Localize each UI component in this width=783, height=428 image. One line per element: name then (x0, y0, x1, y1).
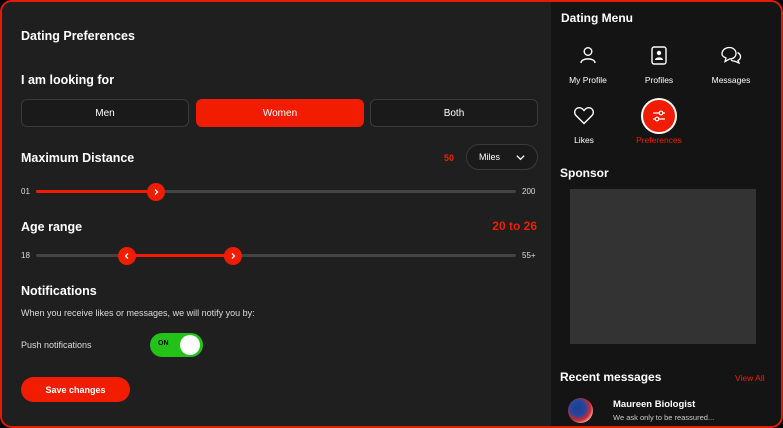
menu-item-profiles[interactable]: Profiles (624, 46, 694, 96)
option-both-label: Both (443, 107, 465, 119)
message-sender-name[interactable]: Maureen Biologist (613, 399, 695, 410)
menu-item-label: Messages (711, 75, 751, 85)
menu-item-label: My Profile (569, 75, 607, 85)
avatar[interactable] (568, 398, 593, 423)
age-slider-track[interactable] (36, 254, 516, 257)
preferences-active-circle (641, 98, 677, 134)
save-changes-label: Save changes (45, 384, 106, 395)
age-max-label: 55+ (522, 251, 536, 260)
option-women-button[interactable]: Women (196, 99, 364, 127)
heart-icon (574, 107, 594, 125)
distance-unit-select[interactable]: Miles (466, 144, 538, 170)
age-slider-low-thumb[interactable] (118, 247, 137, 265)
chevron-down-icon (516, 155, 525, 161)
option-men-button[interactable]: Men (21, 99, 189, 127)
age-slider-high-thumb[interactable] (223, 247, 242, 265)
looking-for-label: I am looking for (21, 73, 115, 87)
page-title: Dating Preferences (21, 29, 135, 43)
preferences-panel: Dating Preferences I am looking for Men … (2, 2, 551, 426)
menu-item-label: Likes (574, 135, 594, 145)
option-both-button[interactable]: Both (370, 99, 538, 127)
toggle-knob (180, 335, 200, 355)
age-range-value: 20 to 26 (492, 219, 537, 233)
sliders-icon (653, 110, 665, 122)
dating-menu-title: Dating Menu (561, 11, 633, 25)
distance-max-label: 200 (522, 187, 536, 196)
user-icon (580, 47, 596, 64)
push-notifications-toggle[interactable]: ON (150, 333, 203, 357)
menu-item-label: Profiles (644, 75, 674, 85)
notifications-description: When you receive likes or messages, we w… (21, 308, 255, 318)
menu-item-preferences[interactable]: Preferences (624, 98, 694, 156)
profile-card-icon (651, 46, 667, 65)
distance-label: Maximum Distance (21, 151, 135, 165)
message-preview: We ask only to be reassured... (613, 413, 715, 422)
age-slider-fill (127, 254, 233, 257)
sponsor-title: Sponsor (560, 166, 609, 180)
distance-min-label: 01 (21, 187, 30, 196)
sponsor-ad-placeholder[interactable] (570, 189, 756, 344)
notifications-title: Notifications (21, 284, 97, 298)
age-min-label: 18 (21, 251, 30, 260)
option-women-label: Women (262, 107, 298, 119)
menu-item-label: Preferences (636, 135, 682, 145)
menu-item-messages[interactable]: Messages (696, 46, 766, 96)
chevron-right-icon (231, 253, 236, 259)
distance-value: 50 (444, 153, 455, 163)
save-changes-button[interactable]: Save changes (21, 377, 130, 402)
recent-messages-title: Recent messages (560, 370, 662, 384)
chevron-right-icon (154, 189, 159, 195)
toggle-state-label: ON (158, 340, 169, 347)
distance-unit-label: Miles (479, 152, 501, 162)
view-all-link[interactable]: View All (735, 373, 765, 383)
app-frame: Dating Preferences I am looking for Men … (0, 0, 783, 428)
menu-item-likes[interactable]: Likes (549, 106, 619, 156)
distance-slider-thumb[interactable] (147, 183, 165, 201)
chat-bubbles-icon (721, 46, 742, 64)
distance-slider-fill (36, 190, 156, 193)
push-notifications-label: Push notifications (21, 340, 92, 350)
option-men-label: Men (95, 107, 115, 119)
chevron-left-icon (124, 253, 129, 259)
menu-item-my-profile[interactable]: My Profile (553, 46, 623, 96)
age-range-label: Age range (21, 220, 83, 234)
